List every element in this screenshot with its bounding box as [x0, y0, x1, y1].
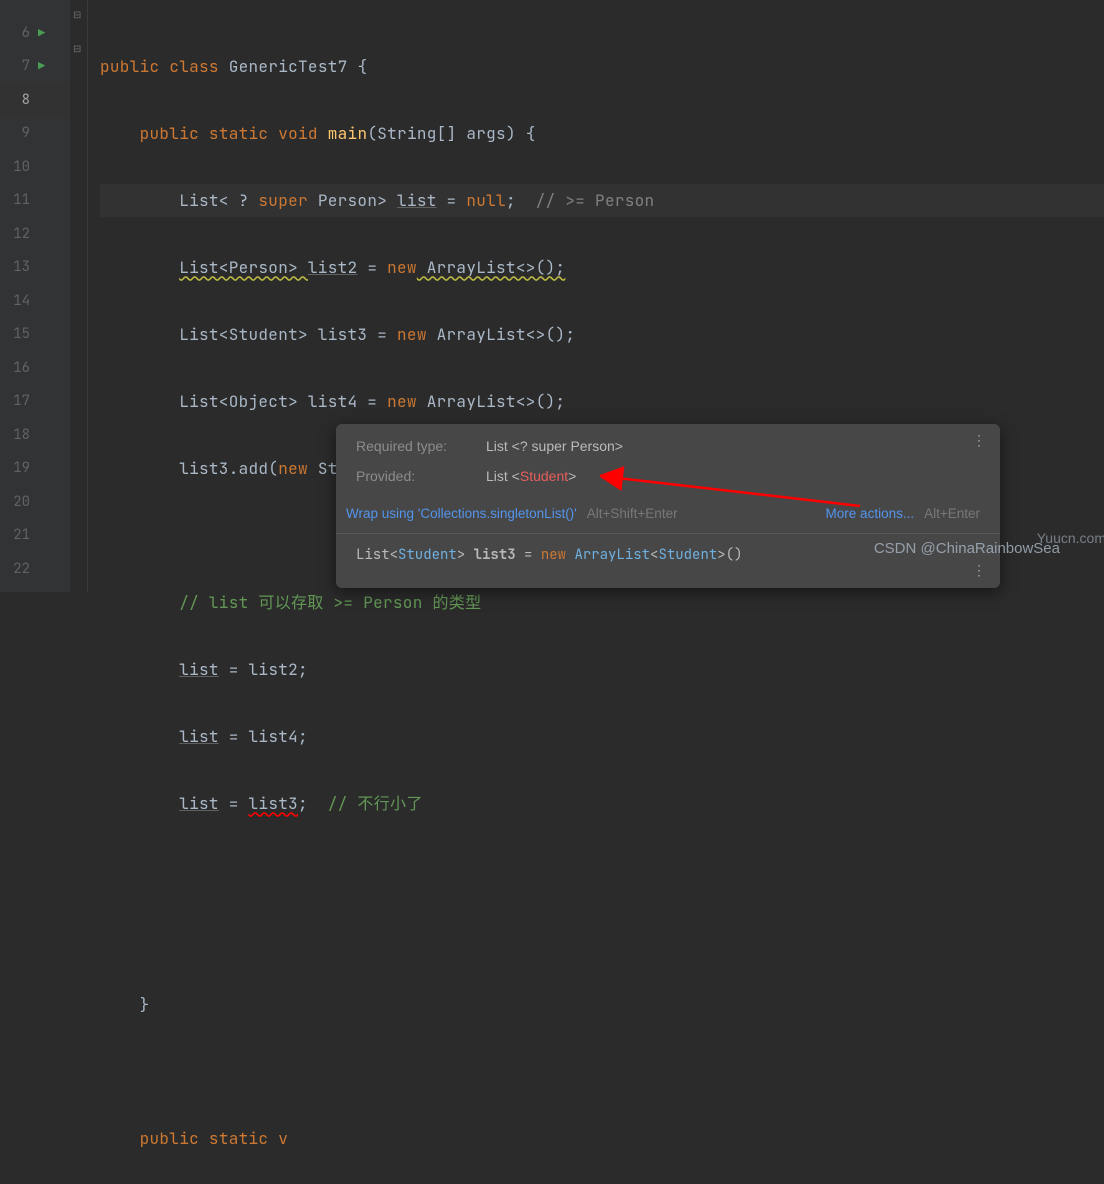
provided-value: List <Student> — [486, 468, 576, 484]
quick-fix-link[interactable]: Wrap using 'Collections.singletonList()' — [346, 506, 577, 521]
shortcut-hint: Alt+Enter — [924, 506, 980, 521]
current-line: List< ? super Person> list = null; // >=… — [100, 184, 1104, 218]
gutter-line: 11 — [0, 184, 70, 218]
gutter-line: 20 — [0, 485, 70, 519]
required-type-value: List <? super Person> — [486, 438, 623, 454]
required-type-label: Required type: — [356, 438, 486, 454]
gutter-line: 18 — [0, 418, 70, 452]
gutter-line: 19 — [0, 452, 70, 486]
fold-icon[interactable]: ⊟ — [73, 42, 81, 55]
run-gutter-icon[interactable]: ▶ — [38, 25, 45, 41]
gutter-line-active: 8 — [0, 83, 70, 117]
more-actions-link[interactable]: More actions... — [826, 506, 915, 521]
gutter-line: 10 — [0, 150, 70, 184]
shortcut-hint: Alt+Shift+Enter — [587, 506, 678, 521]
provided-label: Provided: — [356, 468, 486, 484]
gutter: 6▶ 7▶ 8 9 10 11 12 13 14 15 16 17 18 19 … — [0, 0, 70, 592]
more-icon[interactable]: ⋮ — [972, 568, 986, 572]
gutter-line: 13 — [0, 251, 70, 285]
gutter-line: 16 — [0, 351, 70, 385]
fold-icon[interactable]: ⊟ — [73, 8, 81, 21]
gutter-line: 15 — [0, 318, 70, 352]
more-icon[interactable]: ⋮ — [972, 438, 986, 442]
gutter-line: 17 — [0, 385, 70, 419]
gutter-line: 6▶ — [0, 16, 70, 50]
gutter-line: 12 — [0, 217, 70, 251]
gutter-line: 7▶ — [0, 50, 70, 84]
gutter-line: 14 — [0, 284, 70, 318]
gutter-line: 9 — [0, 117, 70, 151]
gutter-line: 22 — [0, 552, 70, 586]
tooltip-required-row: Required type: List <? super Person> — [356, 438, 980, 454]
tooltip-provided-row: Provided: List <Student> — [356, 468, 980, 484]
watermark: CSDN @ChinaRainbowSea — [874, 540, 1060, 557]
run-gutter-icon[interactable]: ▶ — [38, 58, 45, 74]
fold-bar: ⊟ ⊟ — [70, 0, 88, 592]
error-tooltip: ⋮ Required type: List <? super Person> P… — [336, 424, 1000, 588]
watermark: Yuucn.com — [1037, 530, 1104, 546]
gutter-line: 21 — [0, 519, 70, 553]
